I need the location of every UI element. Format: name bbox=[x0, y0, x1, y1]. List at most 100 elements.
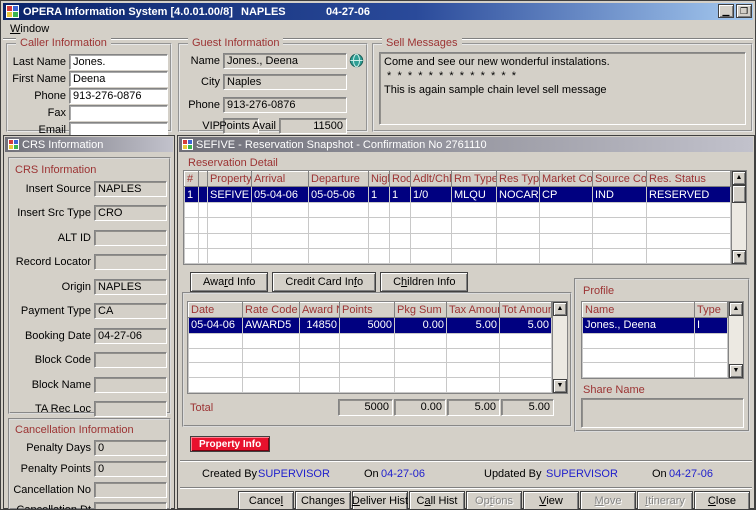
scroll-down-icon[interactable]: ▼ bbox=[732, 250, 746, 264]
view-button[interactable]: View bbox=[523, 491, 579, 510]
globe-icon[interactable] bbox=[349, 53, 364, 71]
ta-rec-loc-label: TA Rec Loc bbox=[10, 403, 91, 415]
first-name-label: First Name bbox=[8, 73, 66, 85]
col-blank bbox=[199, 172, 208, 187]
insert-source-field[interactable] bbox=[94, 181, 167, 197]
cancel-button[interactable]: Cancel bbox=[238, 491, 294, 510]
award-row-empty[interactable] bbox=[189, 348, 552, 363]
block-name-label: Block Name bbox=[10, 379, 91, 391]
record-locator-field[interactable] bbox=[94, 254, 167, 270]
total-pkg-sum: 0.00 bbox=[394, 399, 446, 416]
total-tot-amount: 5.00 bbox=[501, 399, 554, 416]
col-date: Date bbox=[189, 303, 243, 318]
updated-by-label: Updated By bbox=[484, 468, 541, 480]
fax-field[interactable] bbox=[69, 105, 168, 121]
col-property: Property bbox=[208, 172, 252, 187]
reservation-row-empty[interactable] bbox=[185, 218, 731, 233]
caller-phone-field[interactable] bbox=[69, 88, 168, 104]
property-info-button[interactable]: Property Info bbox=[190, 436, 270, 452]
menu-window[interactable]: Window bbox=[10, 23, 49, 35]
insert-src-type-label: Insert Src Type bbox=[10, 207, 91, 219]
award-row-selected[interactable]: 05-04-06 AWARD5 14850 5000 0.00 5.00 5.0… bbox=[189, 318, 552, 334]
scroll-up-icon[interactable]: ▲ bbox=[729, 302, 743, 316]
award-row-empty[interactable] bbox=[189, 333, 552, 348]
award-row-empty[interactable] bbox=[189, 363, 552, 378]
scroll-thumb[interactable] bbox=[732, 185, 746, 203]
penalty-points-label: Penalty Points bbox=[10, 463, 91, 475]
record-locator-label: Record Locator bbox=[10, 256, 91, 268]
block-code-field[interactable] bbox=[94, 352, 167, 368]
col-source-code: Source Code bbox=[593, 172, 647, 187]
guest-phone-field[interactable] bbox=[223, 97, 347, 113]
reservation-detail-table: # Property Arrival Departure Night Roon … bbox=[183, 170, 747, 265]
scroll-down-icon[interactable]: ▼ bbox=[553, 379, 567, 393]
itinerary-button: Itinerary bbox=[637, 491, 693, 510]
col-points: Points bbox=[340, 303, 395, 318]
changes-button[interactable]: Changes bbox=[295, 491, 351, 510]
caller-information-title: Caller Information bbox=[16, 37, 111, 49]
block-name-field[interactable] bbox=[94, 377, 167, 393]
scroll-up-icon[interactable]: ▲ bbox=[732, 171, 746, 185]
first-name-field[interactable] bbox=[69, 71, 168, 87]
award-header-row: Date Rate Code Award No Points Pkg Sum T… bbox=[189, 303, 552, 318]
cancellation-group: Cancellation Information Penalty Days Pe… bbox=[8, 418, 171, 510]
last-name-field[interactable] bbox=[69, 54, 168, 70]
col-profile-name: Name bbox=[583, 303, 695, 318]
scroll-up-icon[interactable]: ▲ bbox=[553, 302, 567, 316]
caller-information-group: Caller Information Last Name First Name … bbox=[6, 43, 172, 132]
call-hist-button[interactable]: Call Hist bbox=[409, 491, 465, 510]
reservation-detail-label: Reservation Detail bbox=[188, 157, 278, 169]
col-departure: Departure bbox=[309, 172, 369, 187]
alt-id-field[interactable] bbox=[94, 230, 167, 246]
share-name-label: Share Name bbox=[583, 384, 645, 396]
ta-rec-loc-field[interactable] bbox=[94, 401, 167, 417]
guest-information-title: Guest Information bbox=[188, 37, 283, 49]
guest-city-field[interactable] bbox=[223, 74, 347, 90]
profile-scrollbar[interactable]: ▲ ▼ bbox=[728, 302, 743, 378]
penalty-days-field[interactable] bbox=[94, 440, 167, 456]
insert-src-type-field[interactable] bbox=[94, 205, 167, 221]
col-res-type: Res Type bbox=[497, 172, 540, 187]
profile-row-empty[interactable] bbox=[583, 348, 728, 363]
opera-app-icon bbox=[6, 5, 19, 18]
tab-award-info[interactable]: Award Info bbox=[190, 272, 268, 292]
deliver-hist-button[interactable]: Deliver Hist bbox=[352, 491, 408, 510]
app-window: OPERA Information System [4.0.01.00/8] N… bbox=[0, 0, 756, 510]
menu-separator bbox=[3, 38, 753, 40]
guest-name-field[interactable] bbox=[223, 53, 347, 69]
cancellation-dt-label: Cancellation Dt bbox=[10, 504, 91, 510]
payment-type-field[interactable] bbox=[94, 303, 167, 319]
total-tax-amount: 5.00 bbox=[447, 399, 500, 416]
maximize-button[interactable]: ❒ bbox=[736, 4, 752, 18]
award-scrollbar[interactable]: ▲ ▼ bbox=[552, 302, 567, 393]
reservation-row-empty[interactable] bbox=[185, 233, 731, 248]
reservation-row-empty[interactable] bbox=[185, 248, 731, 263]
booking-date-field[interactable] bbox=[94, 328, 167, 344]
col-rm-type: Rm Type bbox=[452, 172, 497, 187]
col-award-no: Award No bbox=[300, 303, 340, 318]
origin-label: Origin bbox=[10, 281, 91, 293]
tab-credit-card-info[interactable]: Credit Card Info bbox=[272, 272, 376, 292]
updated-by-value: SUPERVISOR bbox=[546, 468, 618, 480]
col-res-status: Res. Status bbox=[647, 172, 731, 187]
guest-phone-label: Phone bbox=[180, 99, 220, 111]
cancellation-dt-field[interactable] bbox=[94, 502, 167, 510]
reservation-row-selected[interactable]: 1 SEFIVE 05-04-06 05-05-06 1 1 1/0 MLQU … bbox=[185, 187, 731, 203]
profile-row-selected[interactable]: Jones., Deena I bbox=[583, 318, 728, 334]
profile-row-empty[interactable] bbox=[583, 363, 728, 378]
close-button[interactable]: Close bbox=[694, 491, 750, 510]
reservation-row-empty[interactable] bbox=[185, 203, 731, 218]
tab-children-info[interactable]: Children Info bbox=[380, 272, 468, 292]
profile-group: Profile Name Type Jones., Deena I bbox=[574, 278, 750, 432]
total-label: Total bbox=[190, 402, 213, 414]
minimize-button[interactable]: ▁ bbox=[718, 4, 734, 18]
cancellation-no-field[interactable] bbox=[94, 482, 167, 498]
sell-message-line: Come and see our new wonderful instalati… bbox=[384, 55, 741, 69]
origin-field[interactable] bbox=[94, 279, 167, 295]
reservation-scrollbar[interactable]: ▲ ▼ bbox=[731, 171, 746, 264]
points-avail-field[interactable] bbox=[279, 118, 347, 134]
profile-row-empty[interactable] bbox=[583, 333, 728, 348]
penalty-points-field[interactable] bbox=[94, 461, 167, 477]
award-row-empty[interactable] bbox=[189, 378, 552, 393]
scroll-down-icon[interactable]: ▼ bbox=[729, 364, 743, 378]
